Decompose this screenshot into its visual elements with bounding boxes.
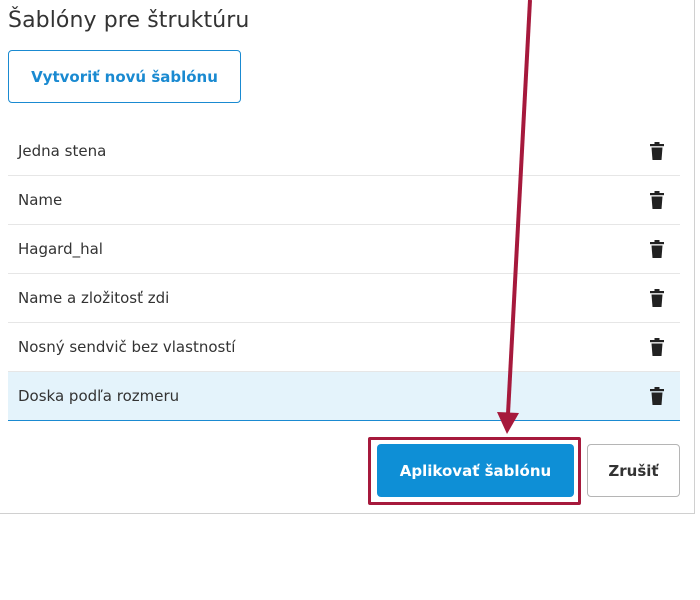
trash-icon [650,240,664,258]
template-label: Name a zložitosť zdi [18,289,170,307]
delete-template-button[interactable] [650,142,664,160]
template-row[interactable]: Name [8,176,680,225]
cancel-button[interactable]: Zrušiť [587,444,680,497]
trash-icon [650,387,664,405]
template-label: Jedna stena [18,142,107,160]
delete-template-button[interactable] [650,338,664,356]
template-label: Hagard_hal [18,240,103,258]
template-row[interactable]: Jedna stena [8,127,680,176]
delete-template-button[interactable] [650,387,664,405]
template-row[interactable]: Hagard_hal [8,225,680,274]
trash-icon [650,289,664,307]
template-label: Name [18,191,63,209]
templates-dialog: Šablóny pre štruktúru Vytvoriť novú šabl… [0,0,695,514]
delete-template-button[interactable] [650,289,664,307]
dialog-title: Šablóny pre štruktúru [8,8,250,33]
create-template-button[interactable]: Vytvoriť novú šablónu [8,50,241,103]
template-row-selected[interactable]: Doska podľa rozmeru [8,372,680,421]
delete-template-button[interactable] [650,240,664,258]
template-row[interactable]: Name a zložitosť zdi [8,274,680,323]
apply-template-button[interactable]: Aplikovať šablónu [377,444,574,497]
delete-template-button[interactable] [650,191,664,209]
template-label: Nosný sendvič bez vlastností [18,338,236,356]
trash-icon [650,338,664,356]
template-list: Jedna stena Name Hagard_hal Name a zloži… [8,127,680,421]
trash-icon [650,142,664,160]
trash-icon [650,191,664,209]
template-label: Doska podľa rozmeru [18,387,180,405]
template-row[interactable]: Nosný sendvič bez vlastností [8,323,680,372]
